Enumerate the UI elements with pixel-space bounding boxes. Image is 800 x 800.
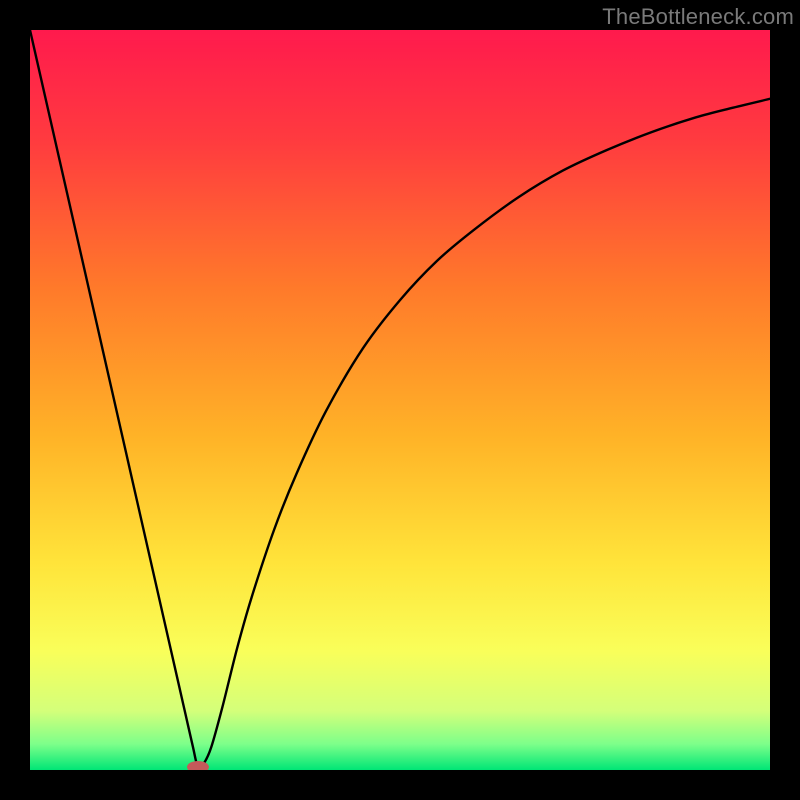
plot-area: [30, 30, 770, 770]
chart-frame: TheBottleneck.com: [0, 0, 800, 800]
gradient-background: [30, 30, 770, 770]
watermark-text: TheBottleneck.com: [602, 4, 794, 30]
chart-svg: [30, 30, 770, 770]
